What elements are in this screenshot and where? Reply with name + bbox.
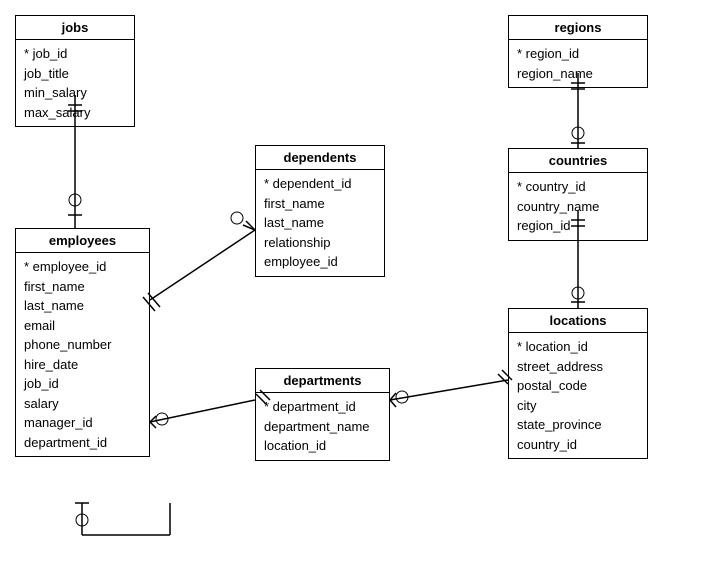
table-employees: employees * employee_id first_name last_… [15, 228, 150, 457]
table-departments-header: departments [256, 369, 389, 393]
table-locations-body: * location_id street_address postal_code… [509, 333, 647, 458]
table-employees-body: * employee_id first_name last_name email… [16, 253, 149, 456]
table-employees-header: employees [16, 229, 149, 253]
table-countries-header: countries [509, 149, 647, 173]
table-dependents: dependents * dependent_id first_name las… [255, 145, 385, 277]
table-regions-header: regions [509, 16, 647, 40]
table-departments-body: * department_id department_name location… [256, 393, 389, 460]
table-countries-body: * country_id country_name region_id [509, 173, 647, 240]
table-dependents-body: * dependent_id first_name last_name rela… [256, 170, 384, 276]
table-departments: departments * department_id department_n… [255, 368, 390, 461]
table-locations: locations * location_id street_address p… [508, 308, 648, 459]
table-regions: regions * region_id region_name [508, 15, 648, 88]
table-jobs-header: jobs [16, 16, 134, 40]
table-regions-body: * region_id region_name [509, 40, 647, 87]
table-jobs: jobs * job_id job_title min_salary max_s… [15, 15, 135, 127]
table-locations-header: locations [509, 309, 647, 333]
table-jobs-body: * job_id job_title min_salary max_salary [16, 40, 134, 126]
table-countries: countries * country_id country_name regi… [508, 148, 648, 241]
erd-diagram: jobs * job_id job_title min_salary max_s… [0, 0, 704, 561]
table-dependents-header: dependents [256, 146, 384, 170]
